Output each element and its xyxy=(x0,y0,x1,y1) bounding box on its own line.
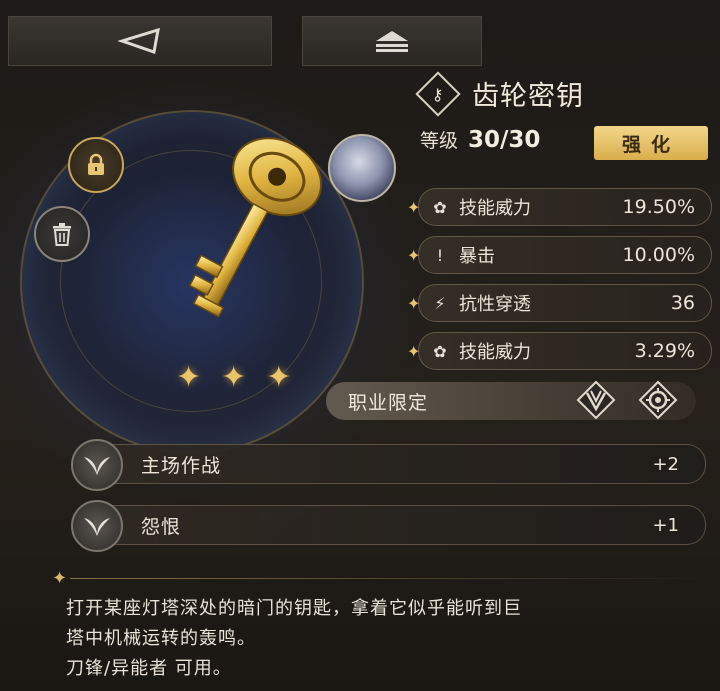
divider xyxy=(70,578,710,579)
wings-skill-icon xyxy=(71,500,123,552)
sparkle-icon: ✦ xyxy=(407,341,421,361)
blade-class-icon[interactable] xyxy=(574,378,618,422)
back-triangle-icon xyxy=(118,28,160,54)
skill-power-icon: ✿ xyxy=(433,197,447,217)
back-button[interactable] xyxy=(8,16,272,66)
item-description: 打开某座灯塔深处的暗门的钥匙，拿着它似乎能听到巨 塔中机械运转的轰鸣。 刀锋/异… xyxy=(66,594,706,684)
stat-value: 36 xyxy=(670,292,695,314)
stat-name: 技能威力 xyxy=(459,198,531,219)
description-line: 刀锋/异能者 可用。 xyxy=(66,658,232,679)
skill-value: +2 xyxy=(652,453,679,475)
description-line: 塔中机械运转的轰鸣。 xyxy=(66,628,256,649)
skill-name: 主场作战 xyxy=(141,454,222,477)
sparkle-icon: ✦ xyxy=(407,245,421,265)
star-rating: ✦ ✦ ✦ xyxy=(176,360,291,395)
stat-row: ✦ ⚡ 抗性穿透 36 xyxy=(407,284,712,322)
skill-name: 怨恨 xyxy=(141,515,182,538)
level-label: 等级 xyxy=(420,130,459,152)
job-restriction-label: 职业限定 xyxy=(348,391,429,414)
skill-power-icon: ✿ xyxy=(433,341,447,361)
lock-icon xyxy=(88,153,104,175)
resist-pierce-icon: ⚡ xyxy=(434,293,446,313)
gear-key-image xyxy=(188,137,323,318)
description-line: 打开某座灯塔深处的暗门的钥匙，拿着它似乎能听到巨 xyxy=(66,598,522,619)
stat-value: 19.50% xyxy=(622,196,695,218)
trash-icon xyxy=(53,223,71,246)
collapse-up-icon xyxy=(376,31,408,52)
sparkle-icon: ✦ xyxy=(407,293,421,313)
sparkle-icon: ✦ xyxy=(52,568,68,589)
discard-button[interactable] xyxy=(34,206,90,262)
skill-value: +1 xyxy=(652,514,679,536)
sparkle-icon: ✦ xyxy=(407,197,421,217)
stat-name: 抗性穿透 xyxy=(459,294,531,315)
enhance-button[interactable]: 强化 xyxy=(594,126,708,160)
stat-row: ✦ ✿ 技能威力 19.50% xyxy=(407,188,712,226)
lock-button[interactable] xyxy=(68,137,124,193)
crit-icon: ! xyxy=(436,245,444,265)
collapse-button[interactable] xyxy=(302,16,482,66)
skill-row[interactable]: 主场作战 +2 xyxy=(71,439,706,491)
stat-row: ✦ ! 暴击 10.00% xyxy=(407,236,712,274)
skill-row[interactable]: 怨恨 +1 xyxy=(71,500,706,552)
stat-row: ✦ ✿ 技能威力 3.29% xyxy=(407,332,712,370)
star-icon: ✦ xyxy=(221,360,247,395)
stat-value: 10.00% xyxy=(622,244,695,266)
stat-name: 暴击 xyxy=(459,246,495,267)
wings-skill-icon xyxy=(71,439,123,491)
star-icon: ✦ xyxy=(176,360,202,395)
item-title-row: ⚷ 齿轮密钥 xyxy=(415,70,584,117)
level-row: 等级 30/30 xyxy=(420,126,540,153)
stat-value: 3.29% xyxy=(634,340,695,362)
stat-name: 技能威力 xyxy=(459,342,531,363)
star-icon: ✦ xyxy=(266,360,292,395)
key-diamond-icon: ⚷ xyxy=(415,70,461,117)
esper-class-icon[interactable] xyxy=(636,378,680,422)
item-name: 齿轮密钥 xyxy=(472,81,584,112)
level-value: 30/30 xyxy=(468,126,541,153)
